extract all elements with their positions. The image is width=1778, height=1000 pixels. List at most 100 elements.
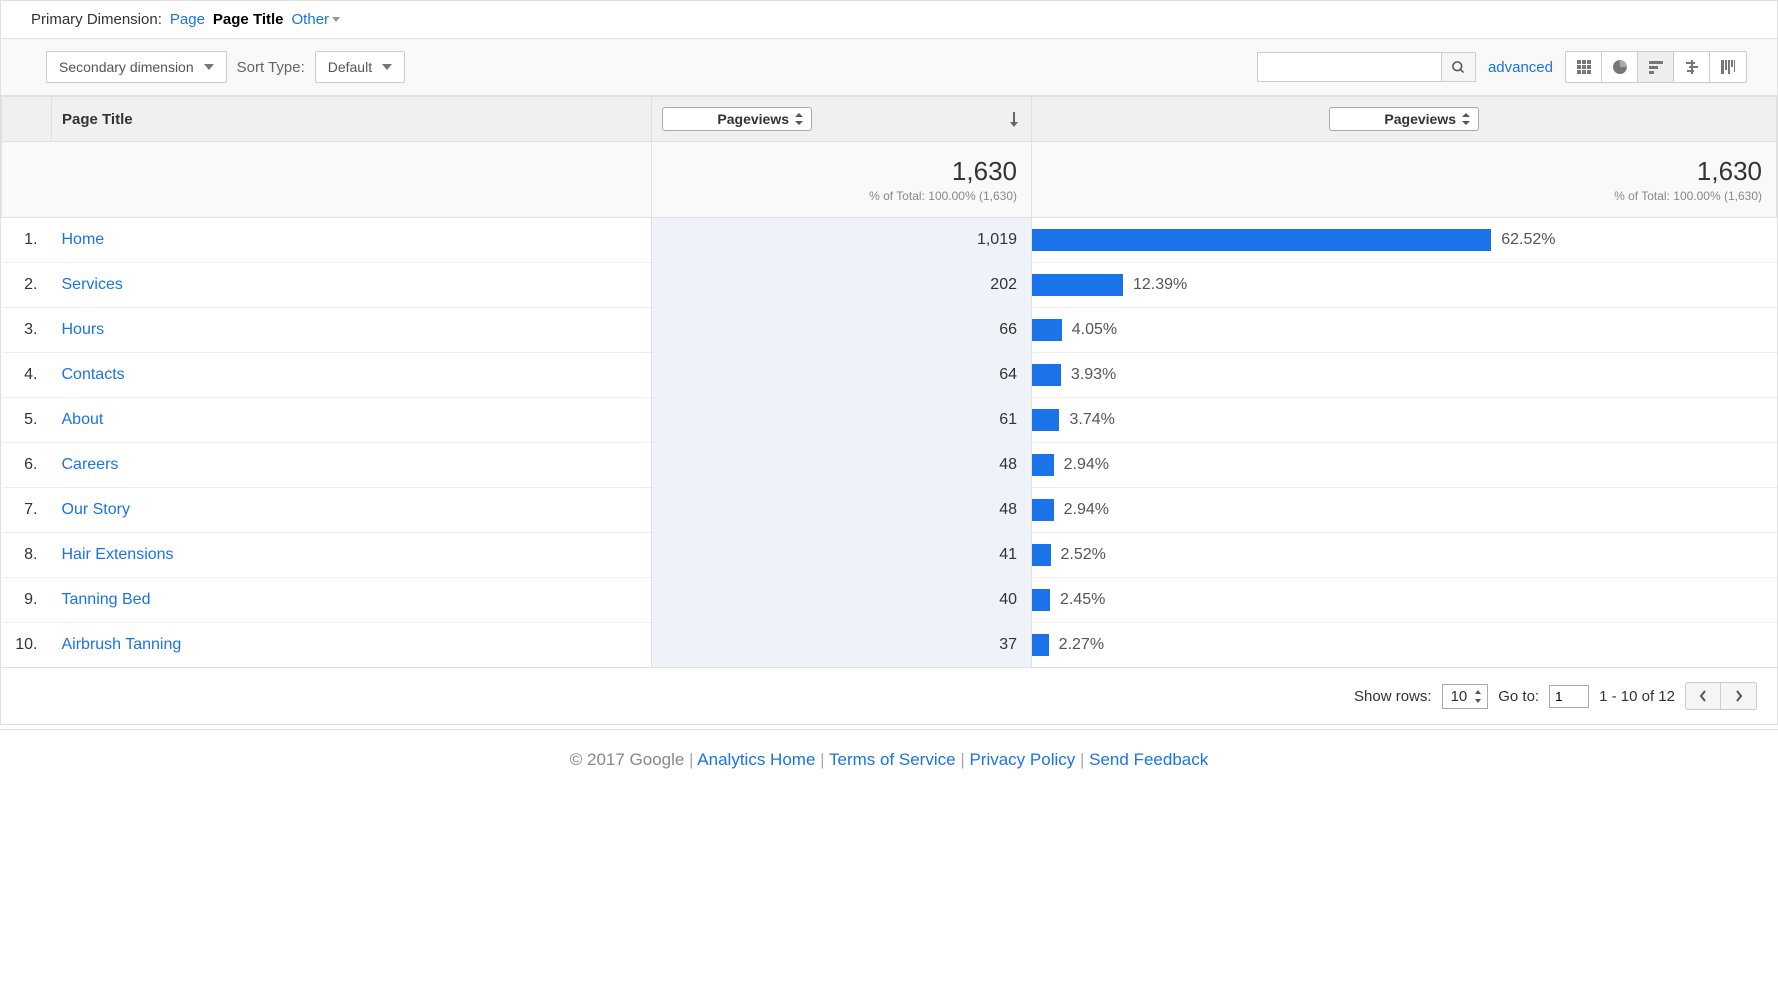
page-title-link[interactable]: Airbrush Tanning xyxy=(62,636,182,653)
row-bar: 2.27% xyxy=(1032,623,1777,668)
row-pageviews: 48 xyxy=(652,488,1032,533)
show-rows-select[interactable]: 10 xyxy=(1442,684,1489,709)
bar-icon xyxy=(1648,59,1664,75)
table-row: 8.Hair Extensions412.52% xyxy=(2,533,1777,578)
search-button[interactable] xyxy=(1442,52,1476,82)
caret-down-icon xyxy=(382,64,392,70)
row-bar: 62.52% xyxy=(1032,218,1777,263)
chevron-left-icon xyxy=(1699,690,1707,702)
page-title-link[interactable]: Hours xyxy=(62,321,105,338)
chevron-right-icon xyxy=(1735,690,1743,702)
row-bar: 2.45% xyxy=(1032,578,1777,623)
page-footer: © 2017 Google | Analytics Home | Terms o… xyxy=(0,729,1778,790)
privacy-link[interactable]: Privacy Policy xyxy=(969,750,1075,769)
dimension-other[interactable]: Other xyxy=(292,11,341,28)
row-pageviews: 40 xyxy=(652,578,1032,623)
view-table-button[interactable] xyxy=(1566,52,1602,82)
sort-desc-icon[interactable] xyxy=(1007,111,1021,127)
view-bar-button[interactable] xyxy=(1638,52,1674,82)
dimension-page-title[interactable]: Page Title xyxy=(213,11,284,28)
row-percent: 62.52% xyxy=(1501,231,1555,249)
table-icon xyxy=(1576,59,1592,75)
sort-type-button[interactable]: Default xyxy=(315,51,405,83)
row-title: Contacts xyxy=(52,353,652,398)
row-percent: 2.45% xyxy=(1060,591,1105,609)
search-input[interactable] xyxy=(1257,52,1442,82)
row-index: 6. xyxy=(2,443,52,488)
col-page-title-header[interactable]: Page Title xyxy=(52,97,652,142)
total-pageviews-2: 1,630 % of Total: 100.00% (1,630) xyxy=(1032,142,1777,218)
row-pageviews: 64 xyxy=(652,353,1032,398)
row-pageviews: 66 xyxy=(652,308,1032,353)
row-percent: 2.52% xyxy=(1061,546,1106,564)
sort-type-label: Sort Type: xyxy=(237,59,305,76)
row-title: Careers xyxy=(52,443,652,488)
terms-link[interactable]: Terms of Service xyxy=(829,750,956,769)
goto-input[interactable] xyxy=(1549,685,1589,708)
view-toggle-group xyxy=(1565,51,1747,83)
totals-row: 1,630 % of Total: 100.00% (1,630) 1,630 … xyxy=(2,142,1777,218)
data-table: Page Title Pageviews Pageviews xyxy=(1,96,1777,667)
dimension-page[interactable]: Page xyxy=(170,11,205,28)
goto-label: Go to: xyxy=(1498,688,1539,705)
pie-icon xyxy=(1612,59,1628,75)
table-row: 5. About 61 3.74% xyxy=(2,398,1777,443)
page-title-link[interactable]: About xyxy=(62,411,104,428)
analytics-home-link[interactable]: Analytics Home xyxy=(697,750,815,769)
row-bar: 12.39% xyxy=(1032,263,1777,308)
primary-dimension-bar: Primary Dimension: Page Page Title Other xyxy=(1,1,1777,39)
advanced-link[interactable]: advanced xyxy=(1488,59,1553,76)
col-pageviews-bar-header: Pageviews xyxy=(1032,97,1777,142)
row-index: 4. xyxy=(2,353,52,398)
row-percent: 2.27% xyxy=(1059,636,1104,654)
caret-down-icon xyxy=(204,64,214,70)
table-row: 7. Our Story 48 2.94% xyxy=(2,488,1777,533)
row-index: 5. xyxy=(2,398,52,443)
row-percent: 2.94% xyxy=(1064,501,1109,519)
row-index: 1. xyxy=(2,218,52,263)
page-title-link[interactable]: Services xyxy=(62,276,123,293)
row-title: Home xyxy=(52,218,652,263)
row-title: About xyxy=(52,398,652,443)
page-title-link[interactable]: Home xyxy=(62,231,105,248)
pagination-range: 1 - 10 of 12 xyxy=(1599,688,1675,705)
table-row: 1. Home 1,019 62.52% xyxy=(2,218,1777,263)
table-row: 9.Tanning Bed402.45% xyxy=(2,578,1777,623)
row-title: Hours xyxy=(52,308,652,353)
row-bar: 2.94% xyxy=(1032,488,1777,533)
primary-dimension-label: Primary Dimension: xyxy=(31,11,162,28)
row-index: 3. xyxy=(2,308,52,353)
copyright-text: © 2017 Google xyxy=(570,750,685,769)
col-index-header xyxy=(2,97,52,142)
row-percent: 2.94% xyxy=(1064,456,1109,474)
metric1-select[interactable]: Pageviews xyxy=(662,107,812,131)
secondary-dimension-button[interactable]: Secondary dimension xyxy=(46,51,227,83)
next-page-button[interactable] xyxy=(1721,682,1757,710)
row-index: 10. xyxy=(2,623,52,668)
row-percent: 3.74% xyxy=(1069,411,1114,429)
row-pageviews: 1,019 xyxy=(652,218,1032,263)
comparison-icon xyxy=(1684,59,1700,75)
row-title: Hair Extensions xyxy=(52,533,652,578)
page-title-link[interactable]: Our Story xyxy=(62,501,130,518)
row-bar: 3.93% xyxy=(1032,353,1777,398)
page-title-link[interactable]: Contacts xyxy=(62,366,125,383)
page-title-link[interactable]: Careers xyxy=(62,456,119,473)
prev-page-button[interactable] xyxy=(1685,682,1721,710)
page-title-link[interactable]: Tanning Bed xyxy=(62,591,151,608)
table-row: 10.Airbrush Tanning372.27% xyxy=(2,623,1777,668)
row-pageviews: 61 xyxy=(652,398,1032,443)
table-row: 4. Contacts 643.93% xyxy=(2,353,1777,398)
row-bar: 3.74% xyxy=(1032,398,1777,443)
page-title-link[interactable]: Hair Extensions xyxy=(62,546,174,563)
show-rows-label: Show rows: xyxy=(1354,688,1432,705)
pivot-icon xyxy=(1720,59,1736,75)
metric2-select[interactable]: Pageviews xyxy=(1329,107,1479,131)
view-comparison-button[interactable] xyxy=(1674,52,1710,82)
view-pivot-button[interactable] xyxy=(1710,52,1746,82)
feedback-link[interactable]: Send Feedback xyxy=(1089,750,1208,769)
row-index: 7. xyxy=(2,488,52,533)
view-pie-button[interactable] xyxy=(1602,52,1638,82)
row-index: 2. xyxy=(2,263,52,308)
row-index: 8. xyxy=(2,533,52,578)
